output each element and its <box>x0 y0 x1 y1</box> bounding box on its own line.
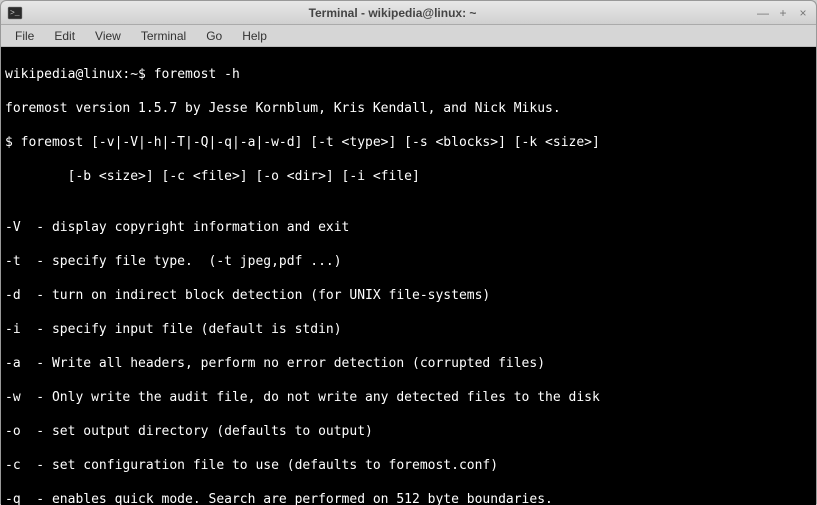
menu-view[interactable]: View <box>85 27 131 45</box>
output-line: -i - specify input file (default is stdi… <box>5 321 812 338</box>
output-line: -d - turn on indirect block detection (f… <box>5 287 812 304</box>
prompt: wikipedia@linux:~$ <box>5 67 154 82</box>
close-button[interactable]: × <box>796 6 810 20</box>
terminal-body[interactable]: wikipedia@linux:~$ foremost -h foremost … <box>1 47 816 505</box>
output-line: -w - Only write the audit file, do not w… <box>5 389 812 406</box>
output-line: $ foremost [-v|-V|-h|-T|-Q|-q|-a|-w-d] [… <box>5 134 812 151</box>
maximize-button[interactable]: + <box>776 6 790 20</box>
output-line: -a - Write all headers, perform no error… <box>5 355 812 372</box>
command: foremost -h <box>154 67 240 82</box>
output-line: [-b <size>] [-c <file>] [-o <dir>] [-i <… <box>5 168 812 185</box>
output-line: -V - display copyright information and e… <box>5 219 812 236</box>
output-line: -o - set output directory (defaults to o… <box>5 423 812 440</box>
menu-terminal[interactable]: Terminal <box>131 27 196 45</box>
menu-go[interactable]: Go <box>196 27 232 45</box>
svg-text:>_: >_ <box>10 9 20 18</box>
output-line: -q - enables quick mode. Search are perf… <box>5 491 812 505</box>
output-line: -t - specify file type. (-t jpeg,pdf ...… <box>5 253 812 270</box>
window-title: Terminal - wikipedia@linux: ~ <box>29 6 756 20</box>
menubar: File Edit View Terminal Go Help <box>1 25 816 47</box>
menu-file[interactable]: File <box>5 27 44 45</box>
window-controls: — + × <box>756 6 810 20</box>
minimize-button[interactable]: — <box>756 6 770 20</box>
output-line: foremost version 1.5.7 by Jesse Kornblum… <box>5 100 812 117</box>
menu-edit[interactable]: Edit <box>44 27 85 45</box>
titlebar: >_ Terminal - wikipedia@linux: ~ — + × <box>1 1 816 25</box>
terminal-app-icon: >_ <box>7 5 23 21</box>
menu-help[interactable]: Help <box>232 27 277 45</box>
output-line: -c - set configuration file to use (defa… <box>5 457 812 474</box>
